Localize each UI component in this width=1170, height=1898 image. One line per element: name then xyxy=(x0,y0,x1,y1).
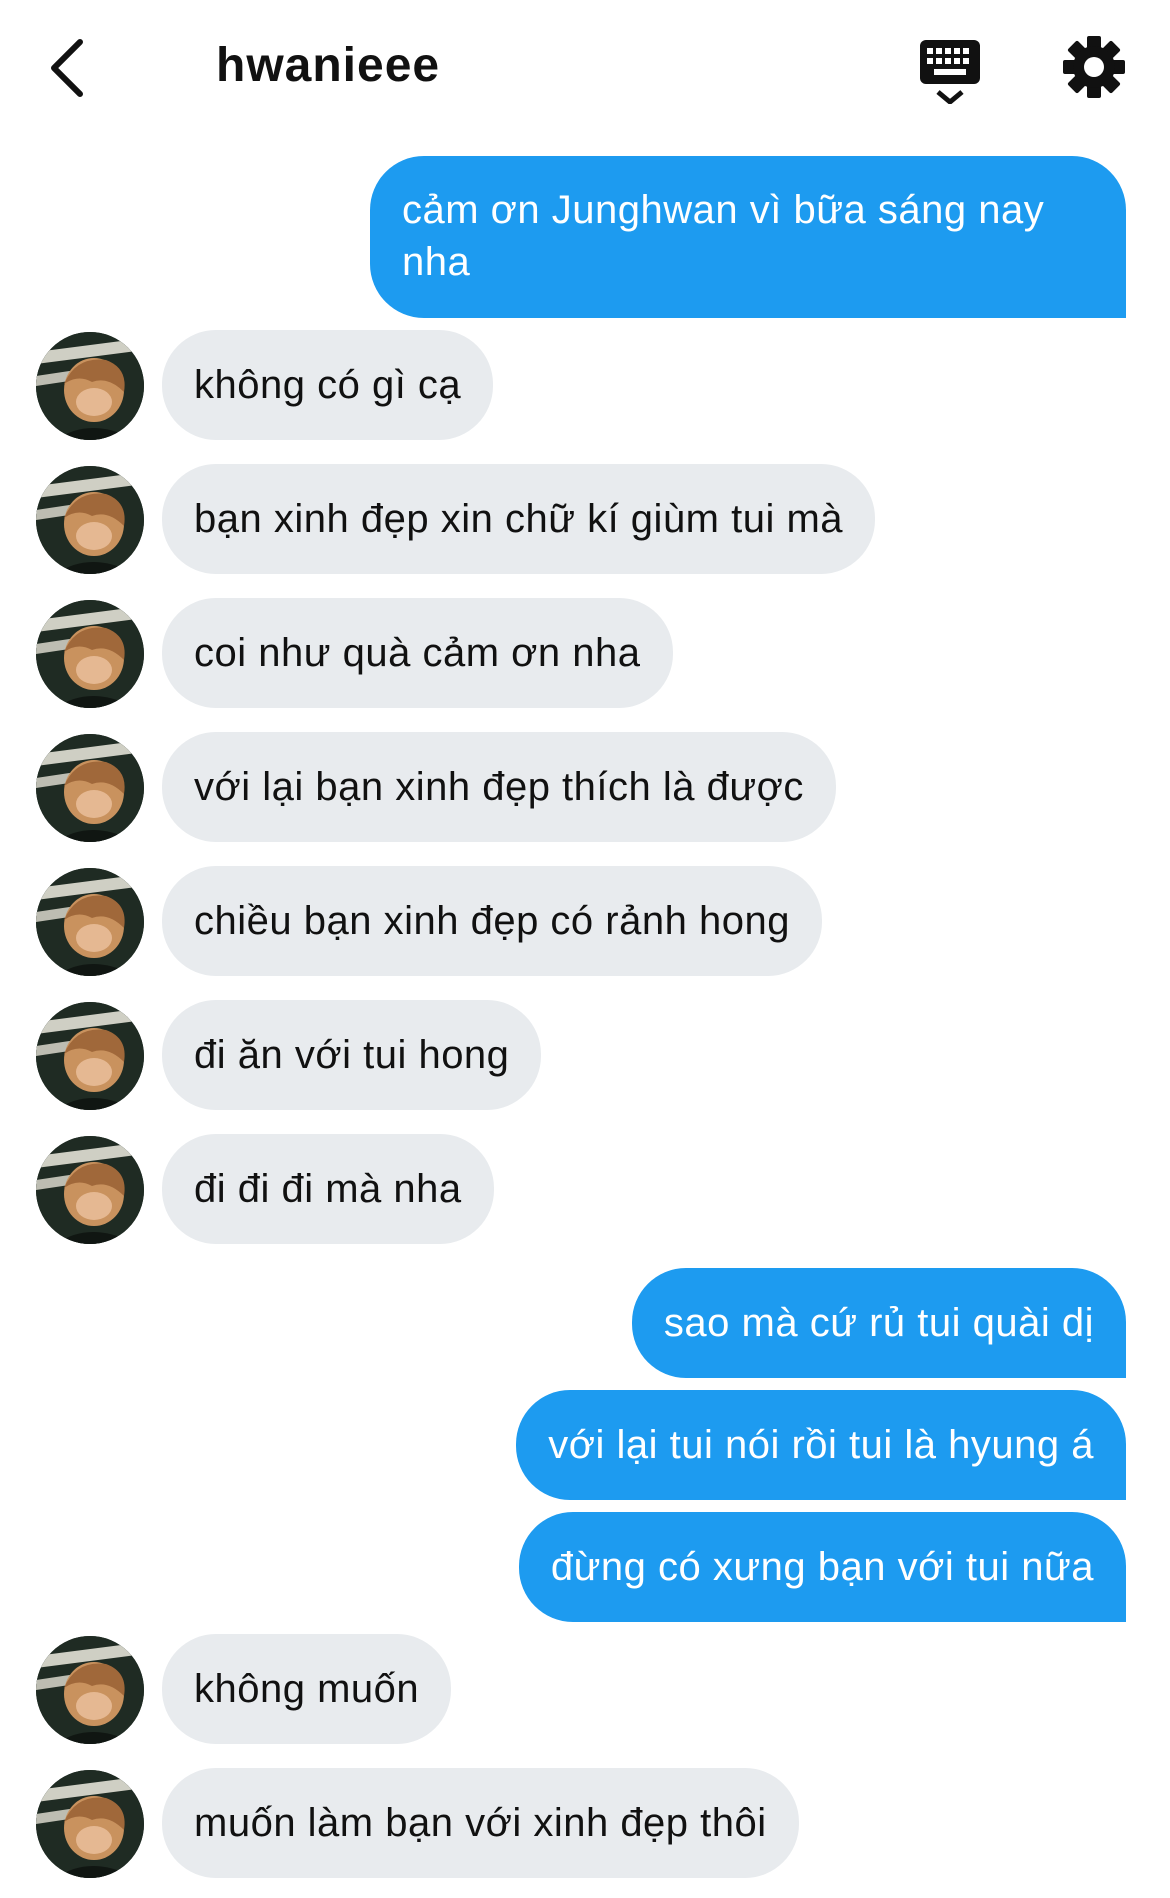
avatar-image xyxy=(36,332,144,440)
message-bubble-incoming[interactable]: bạn xinh đẹp xin chữ kí giùm tui mà xyxy=(162,464,876,574)
message-bubble-outgoing[interactable]: sao mà cứ rủ tui quài dị xyxy=(631,1268,1126,1378)
avatar[interactable] xyxy=(36,466,144,574)
message-bubble-incoming[interactable]: đi ăn với tui hong xyxy=(162,1000,542,1110)
message-bubble-outgoing[interactable]: cảm ơn Junghwan vì bữa sáng nay nha xyxy=(370,156,1126,318)
message-bubble-incoming[interactable]: muốn làm bạn với xinh đẹp thôi xyxy=(162,1768,799,1878)
message-thread: cảm ơn Junghwan vì bữa sáng nay nha khôn… xyxy=(0,0,1170,1898)
avatar[interactable] xyxy=(36,1770,144,1878)
avatar[interactable] xyxy=(36,332,144,440)
avatar-image xyxy=(36,600,144,708)
avatar[interactable] xyxy=(36,1636,144,1744)
avatar[interactable] xyxy=(36,1002,144,1110)
avatar-image xyxy=(36,868,144,976)
message-bubble-incoming[interactable]: chiều bạn xinh đẹp có rảnh hong xyxy=(162,866,822,976)
avatar[interactable] xyxy=(36,868,144,976)
avatar-image xyxy=(36,466,144,574)
message-bubble-incoming[interactable]: không muốn xyxy=(162,1634,452,1744)
message-bubble-outgoing[interactable]: đừng có xưng bạn với tui nữa xyxy=(518,1512,1126,1622)
message-bubble-incoming[interactable]: không có gì cạ xyxy=(162,330,494,440)
avatar-image xyxy=(36,1002,144,1110)
message-bubble-outgoing[interactable]: với lại tui nói rồi tui là hyung á xyxy=(516,1390,1126,1500)
avatar[interactable] xyxy=(36,1136,144,1244)
avatar-image xyxy=(36,1636,144,1744)
avatar[interactable] xyxy=(36,734,144,842)
message-bubble-incoming[interactable]: coi như quà cảm ơn nha xyxy=(162,598,673,708)
avatar-image xyxy=(36,1770,144,1878)
message-bubble-incoming[interactable]: đi đi đi mà nha xyxy=(162,1134,494,1244)
avatar[interactable] xyxy=(36,600,144,708)
message-bubble-incoming[interactable]: với lại bạn xinh đẹp thích là được xyxy=(162,732,836,842)
avatar-image xyxy=(36,1136,144,1244)
avatar-image xyxy=(36,734,144,842)
